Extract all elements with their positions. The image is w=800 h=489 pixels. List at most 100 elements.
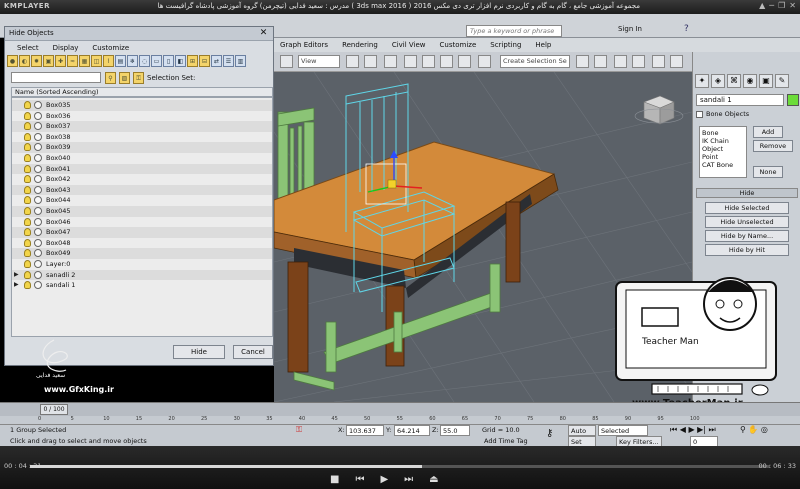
dialog-menu-select[interactable]: Select xyxy=(17,44,39,52)
add-time-tag[interactable]: Add Time Tag xyxy=(484,437,528,445)
minimize-icon[interactable]: ─ xyxy=(769,1,774,10)
modify-tab-icon[interactable]: ◈ xyxy=(711,74,725,88)
menu-graph-editors[interactable]: Graph Editors xyxy=(280,41,328,49)
menu-help[interactable]: Help xyxy=(535,41,551,49)
filter-spacewarps-icon[interactable]: ≈ xyxy=(67,55,78,67)
hierarchy-tab-icon[interactable]: ⌘ xyxy=(727,74,741,88)
rotate-icon[interactable] xyxy=(280,55,293,68)
play-icon[interactable]: ▶ xyxy=(380,474,388,485)
motion-tab-icon[interactable]: ◉ xyxy=(743,74,757,88)
y-coordinate-field[interactable]: 64.214 xyxy=(394,425,430,436)
list-item[interactable]: ▶ sandali 1 xyxy=(12,280,272,291)
hide-unselected-button[interactable]: Hide Unselected xyxy=(705,216,789,228)
filter-bones-icon[interactable]: ⌇ xyxy=(103,55,114,67)
display-tab-icon[interactable]: ▣ xyxy=(759,74,773,88)
object-list[interactable]: Box035 Box036 Box037 Box038 Box039 Box040 Box0… xyxy=(11,97,273,337)
ribbon-icon[interactable] xyxy=(632,55,645,68)
cancel-button[interactable]: Cancel xyxy=(233,345,273,359)
lock-icon[interactable]: ⚿ xyxy=(133,72,144,84)
filter-shapes-icon[interactable]: ◐ xyxy=(19,55,30,67)
select-none-icon[interactable]: ▯ xyxy=(163,55,174,67)
utilities-tab-icon[interactable]: ✎ xyxy=(775,74,789,88)
time-slider[interactable]: 0 / 100 xyxy=(40,404,68,415)
edit-named-selection-icon[interactable] xyxy=(478,55,491,68)
filter-hidden-icon[interactable]: ◌ xyxy=(139,55,150,67)
list-item[interactable]: Bone xyxy=(702,129,744,137)
list-item[interactable]: Box037 xyxy=(12,121,272,132)
object-name-field[interactable]: sandali 1 xyxy=(696,94,784,106)
menu-customize[interactable]: Customize xyxy=(440,41,477,49)
list-item[interactable]: Box036 xyxy=(12,111,272,122)
hierarchy-icon[interactable]: ☰ xyxy=(223,55,234,67)
curve-editor-icon[interactable] xyxy=(652,55,665,68)
previous-icon[interactable]: ⏮ xyxy=(355,474,364,485)
bone-type-list[interactable]: Bone IK Chain Object Point CAT Bone xyxy=(699,126,747,178)
x-coordinate-field[interactable]: 103.637 xyxy=(346,425,384,436)
close-icon[interactable]: ✕ xyxy=(257,28,270,39)
list-item[interactable]: Box044 xyxy=(12,195,272,206)
frame-ruler[interactable]: 0 5 10 15 20 25 30 35 40 45 50 55 60 65 70 75 80 85 90 95 10… xyxy=(0,416,800,424)
eject-icon[interactable]: ⏏ xyxy=(429,474,438,485)
spinner-snap-icon[interactable] xyxy=(458,55,471,68)
filter-geometry-icon[interactable]: ● xyxy=(7,55,18,67)
angle-snap-icon[interactable] xyxy=(422,55,435,68)
object-color-swatch[interactable] xyxy=(787,94,799,106)
snap-icon[interactable] xyxy=(404,55,417,68)
list-item[interactable]: Box039 xyxy=(12,142,272,153)
filter-groups-icon[interactable]: ▦ xyxy=(79,55,90,67)
list-item[interactable]: Box038 xyxy=(12,132,272,143)
filter-cameras-icon[interactable]: ▣ xyxy=(43,55,54,67)
select-invert-icon[interactable]: ◧ xyxy=(175,55,186,67)
list-item[interactable]: Box041 xyxy=(12,163,272,175)
remove-button[interactable]: Remove xyxy=(753,140,793,152)
hide-rollout-header[interactable]: Hide xyxy=(696,188,798,198)
list-item[interactable]: Point xyxy=(702,153,744,161)
time-slider-track[interactable]: 0 / 100 xyxy=(0,402,800,416)
hide-button[interactable]: Hide xyxy=(173,345,225,359)
mirror-icon[interactable] xyxy=(576,55,589,68)
sign-in-link[interactable]: Sign In xyxy=(618,25,642,33)
dialog-menu-customize[interactable]: Customize xyxy=(92,44,129,52)
list-item[interactable]: CAT Bone xyxy=(702,161,744,169)
filter-containers-icon[interactable]: ▤ xyxy=(115,55,126,67)
list-item[interactable]: Box040 xyxy=(12,153,272,164)
auto-key-button[interactable]: Auto Key xyxy=(568,425,596,445)
seek-bar[interactable] xyxy=(30,465,770,468)
help-icon[interactable]: ? xyxy=(684,24,689,34)
layer-explorer-icon[interactable] xyxy=(614,55,627,68)
search-input[interactable]: Type a keyword or phrase xyxy=(466,25,562,37)
filter-lights-icon[interactable]: ✹ xyxy=(31,55,42,67)
create-tab-icon[interactable]: ✦ xyxy=(695,74,709,88)
reference-coord-dropdown[interactable]: View xyxy=(298,55,340,68)
viewcube-icon[interactable] xyxy=(634,95,684,125)
filter-frozen-icon[interactable]: ❄ xyxy=(127,55,138,67)
playback-controls[interactable]: ⏮ ◀ ▶ ▶| ⏭ xyxy=(670,425,716,435)
list-item[interactable]: IK Chain Object xyxy=(702,137,744,153)
add-button[interactable]: Add xyxy=(753,126,783,138)
key-mode-dropdown[interactable]: Selected xyxy=(598,425,648,436)
bone-objects-checkbox[interactable]: Bone Objects xyxy=(696,110,798,118)
name-column-header[interactable]: Name (Sorted Ascending) xyxy=(11,87,273,97)
sync-selection-icon[interactable]: ⇄ xyxy=(211,55,222,67)
z-coordinate-field[interactable]: 55.0 xyxy=(440,425,470,436)
align-icon[interactable] xyxy=(594,55,607,68)
hide-by-hit-button[interactable]: Hide by Hit xyxy=(705,244,789,256)
menu-rendering[interactable]: Rendering xyxy=(342,41,378,49)
find-icon[interactable]: ⚲ xyxy=(105,72,116,84)
next-icon[interactable]: ⏭ xyxy=(404,474,413,485)
list-item[interactable]: Box045 xyxy=(12,206,272,217)
list-item[interactable]: Box047 xyxy=(12,227,272,238)
material-editor-icon[interactable] xyxy=(670,55,683,68)
display-influences-icon[interactable]: ⊟ xyxy=(199,55,210,67)
filter-helpers-icon[interactable]: ✚ xyxy=(55,55,66,67)
expand-icon[interactable]: ▶ xyxy=(14,280,19,290)
lock-selection-icon[interactable]: ⚿ xyxy=(296,425,302,435)
maximize-icon[interactable]: ❐ xyxy=(778,1,785,10)
selection-set-icon[interactable]: ▨ xyxy=(119,72,130,84)
dialog-menu-display[interactable]: Display xyxy=(53,44,79,52)
navigation-controls[interactable]: ⚲ ✋ ◎ xyxy=(740,425,768,434)
list-item[interactable]: Box049 xyxy=(12,248,272,259)
key-icon[interactable]: ⚷ xyxy=(546,428,553,439)
expand-icon[interactable]: ▶ xyxy=(14,270,19,280)
none-button[interactable]: None xyxy=(753,166,783,178)
